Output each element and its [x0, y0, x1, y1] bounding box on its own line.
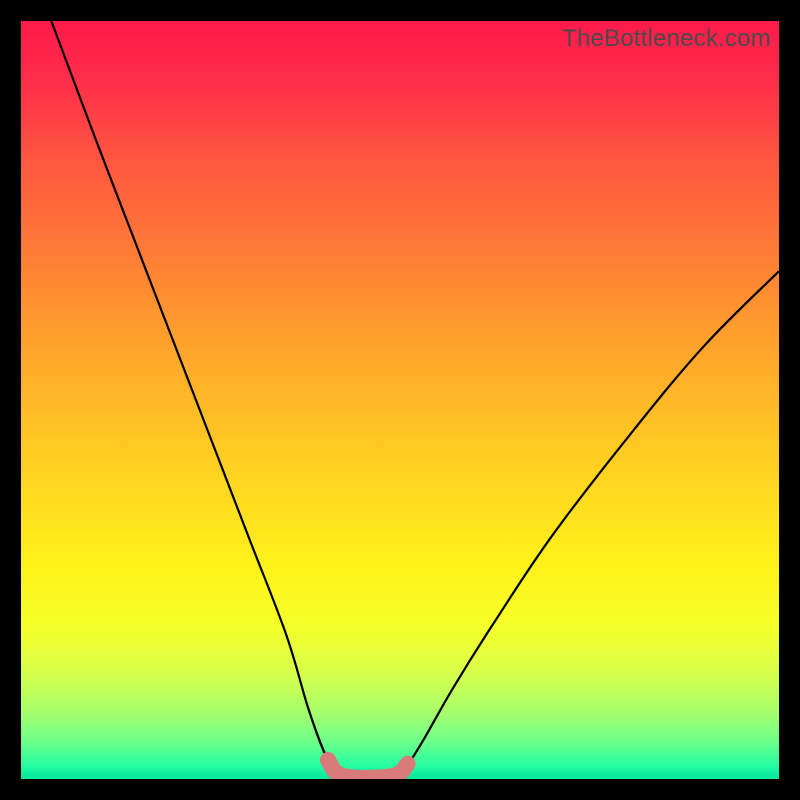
series-right-curve	[392, 271, 779, 776]
chart-frame: TheBottleneck.com	[0, 0, 800, 800]
plot-area: TheBottleneck.com	[21, 21, 779, 779]
chart-curves	[21, 21, 779, 779]
curve-layer	[51, 21, 779, 778]
series-bottom-band	[328, 760, 408, 778]
series-left-curve	[51, 21, 343, 776]
